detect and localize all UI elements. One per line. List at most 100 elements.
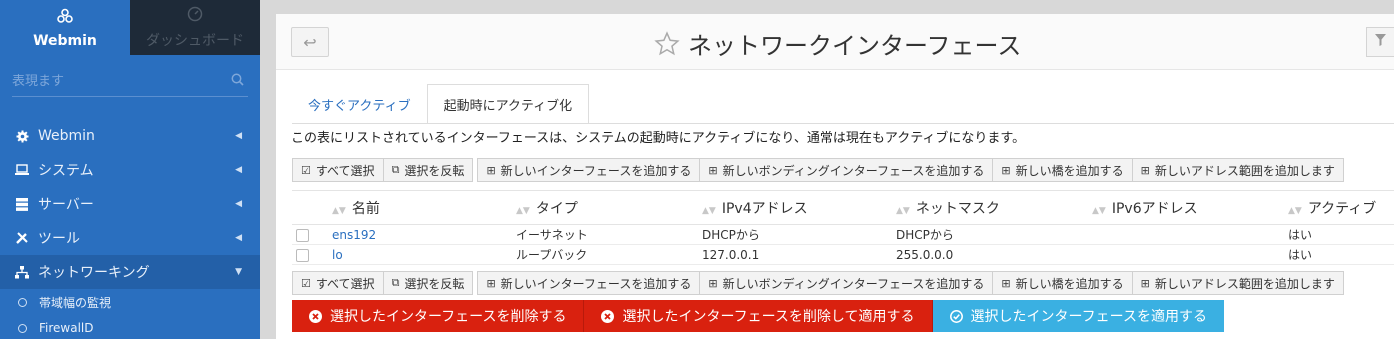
type-cell: イーサネット [516,224,702,245]
invert-icon: ⧉ [391,163,400,176]
delete-apply-label: 選択したインターフェースを削除して適用する [622,309,915,325]
page-title-text: ネットワークインターフェース [688,32,1022,60]
column-header-label: 名前 [351,200,380,217]
chevron-left-icon: ◀ [235,165,242,175]
add-range-button[interactable]: ⊞ 新しいアドレス範囲を追加します [1132,158,1344,182]
chevron-left-icon: ◀ [235,233,242,243]
active-cell: はい [1288,224,1394,245]
column-header-type[interactable]: ▲▼ タイプ [516,190,702,225]
select-all-button[interactable]: ☑ すべて選択 [292,271,384,295]
column-header-netmask[interactable]: ▲▼ ネットマスク [896,190,1092,225]
search-icon[interactable] [231,73,244,90]
table-header-row: ▲▼ 名前 ▲▼ タイプ ▲▼ IPv4アドレス ▲▼ ネットマスク ▲▼ IPv6アドレ… [292,190,1394,225]
invert-selection-button[interactable]: ⧉ 選択を反転 [383,158,474,182]
plus-square-icon: ⊞ [708,163,718,177]
sort-icon: ▲▼ [1092,205,1106,216]
add-bridge-button[interactable]: ⊞ 新しい橋を追加する [993,271,1133,295]
add-range-label: 新しいアドレス範囲を追加します [1154,163,1335,178]
add-bridge-label: 新しい橋を追加する [1015,163,1124,178]
delete-selected-label: 選択したインターフェースを削除する [330,309,567,325]
column-header-label: タイプ [535,200,578,217]
tab-active-now[interactable]: 今すぐアクティブ [292,84,427,124]
circle-icon [18,323,27,333]
invert-label: 選択を反転 [404,163,465,178]
ipv6-cell [1092,224,1288,245]
chevron-down-icon: ▼ [235,267,242,277]
webmin-brand-tab[interactable]: Webmin [0,0,130,55]
laptop-icon [14,164,30,176]
invert-label: 選択を反転 [404,276,465,291]
add-bonding-label: 新しいボンディングインターフェースを追加する [722,276,985,291]
dashboard-icon [187,6,203,26]
row-checkbox[interactable] [296,248,309,262]
sort-icon: ▲▼ [516,205,530,216]
column-header-ipv4[interactable]: ▲▼ IPv4アドレス [702,190,896,225]
sidebar-item-servers[interactable]: サーバー ◀ [0,187,260,221]
apply-selected-label: 選択したインターフェースを適用する [970,309,1207,325]
search-input[interactable] [12,74,212,89]
add-interface-label: 新しいインターフェースを追加する [500,276,692,291]
check-circle-icon [949,309,963,323]
sidebar-subitem-firewalld[interactable]: FirewallD [0,315,260,339]
column-header-label: IPv6アドレス [1111,200,1198,217]
add-bonding-button[interactable]: ⊞ 新しいボンディングインターフェースを追加する [700,158,994,182]
add-range-label: 新しいアドレス範囲を追加します [1154,276,1335,291]
sidebar: Webmin ダッシュボード Webmin ◀ システム ◀ サーバー ◀ [0,0,260,339]
times-circle-icon [309,309,322,323]
column-header-ipv6[interactable]: ▲▼ IPv6アドレス [1092,190,1288,225]
plus-square-icon: ⊞ [1140,163,1150,177]
sort-icon: ▲▼ [702,205,716,216]
select-all-button[interactable]: ☑ すべて選択 [292,158,384,182]
dashboard-tab[interactable]: ダッシュボード [130,0,260,55]
filter-button[interactable] [1366,27,1394,57]
server-icon [14,197,30,211]
plus-square-icon: ⊞ [1001,276,1011,290]
delete-selected-button[interactable]: 選択したインターフェースを削除する [292,300,585,332]
column-header-active[interactable]: ▲▼ アクティブ [1288,190,1394,225]
tab-active-at-boot[interactable]: 起動時にアクティブ化 [426,84,590,124]
interface-name-link[interactable]: lo [332,248,343,262]
add-range-button[interactable]: ⊞ 新しいアドレス範囲を追加します [1132,271,1344,295]
add-bridge-button[interactable]: ⊞ 新しい橋を追加する [993,158,1133,182]
column-header-label: IPv4アドレス [721,200,808,217]
header-checkbox-cell [292,190,332,225]
network-icon [14,265,30,279]
gear-icon [14,130,30,143]
table-row: lo ループバック 127.0.0.1 255.0.0.0 はい [292,244,1394,265]
apply-selected-button[interactable]: 選択したインターフェースを適用する [932,300,1224,332]
plus-square-icon: ⊞ [486,163,496,177]
type-cell: ループバック [516,244,702,265]
invert-selection-button[interactable]: ⧉ 選択を反転 [383,271,474,295]
netmask-cell: 255.0.0.0 [896,244,1092,265]
add-bonding-label: 新しいボンディングインターフェースを追加する [722,163,985,178]
sidebar-subitem-label: FirewallD [39,321,94,335]
toolbar-bottom: ☑ すべて選択 ⧉ 選択を反転 ⊞ 新しいインターフェースを追加する ⊞ 新しいボンディ… [292,271,1344,295]
sidebar-item-label: サーバー [38,197,94,213]
sidebar-item-networking[interactable]: ネットワーキング ▼ [0,255,260,289]
plus-square-icon: ⊞ [1140,276,1150,290]
ipv4-cell: DHCPから [702,224,896,245]
add-bonding-button[interactable]: ⊞ 新しいボンディングインターフェースを追加する [700,271,994,295]
sidebar-item-system[interactable]: システム ◀ [0,153,260,187]
tab-divider [292,123,1394,124]
select-all-label: すべて選択 [315,163,375,178]
star-icon[interactable] [654,30,680,57]
add-interface-button[interactable]: ⊞ 新しいインターフェースを追加する [477,158,701,182]
netmask-cell: DHCPから [896,224,1092,245]
sidebar-item-webmin[interactable]: Webmin ◀ [0,119,260,153]
sidebar-subitem-bandwidth[interactable]: 帯域幅の監視 [0,289,260,315]
table-row: ens192 イーサネット DHCPから DHCPから はい [292,224,1394,245]
description-text: この表にリストされているインターフェースは、システムの起動時にアクティブになり、… [291,131,1026,146]
sort-icon: ▲▼ [1288,205,1302,216]
interface-name-link[interactable]: ens192 [332,228,376,242]
row-checkbox[interactable] [296,228,309,242]
add-interface-button[interactable]: ⊞ 新しいインターフェースを追加する [477,271,701,295]
active-cell: はい [1288,244,1394,265]
column-header-name[interactable]: ▲▼ 名前 [332,190,516,225]
column-header-label: アクティブ [1307,200,1377,217]
ipv6-cell [1092,244,1288,265]
check-square-icon: ☑ [301,163,311,177]
sidebar-item-tools[interactable]: ツール ◀ [0,221,260,255]
back-button[interactable]: ↩ [291,27,329,57]
delete-apply-button[interactable]: 選択したインターフェースを削除して適用する [584,300,933,332]
